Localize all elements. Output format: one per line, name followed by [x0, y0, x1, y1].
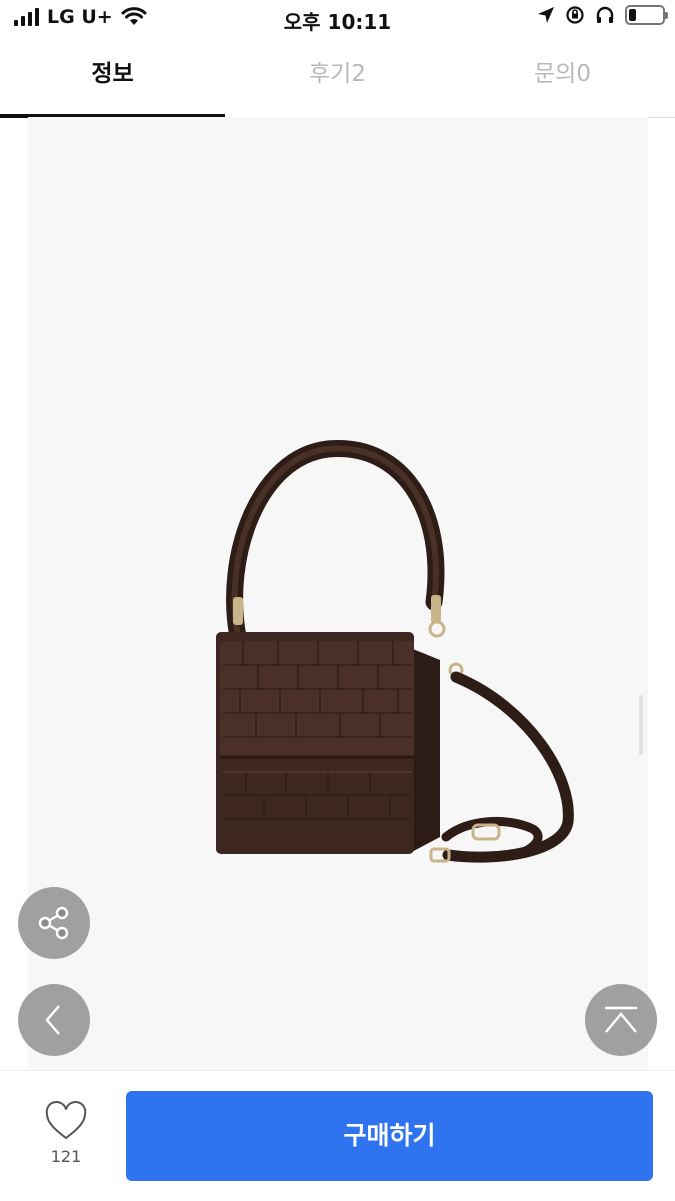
share-button[interactable] — [18, 887, 90, 959]
status-right — [537, 5, 668, 25]
buy-button[interactable]: 구매하기 — [126, 1091, 653, 1181]
back-button[interactable] — [18, 984, 90, 1056]
headphones-icon — [596, 6, 614, 23]
battery-icon — [625, 5, 668, 25]
chevron-left-icon — [45, 1005, 60, 1035]
product-image-area — [28, 117, 648, 1070]
tab-bar: 정보 후기2 문의0 — [0, 40, 675, 118]
like-button[interactable]: 121 — [30, 1100, 102, 1166]
bottom-action-bar: 121 구매하기 — [0, 1070, 675, 1201]
heart-outline-icon — [45, 1100, 87, 1140]
scroll-to-top-icon — [605, 1006, 637, 1033]
status-bar: LG U+ 오후 10:11 — [0, 0, 675, 36]
product-image — [216, 440, 574, 863]
tab-info[interactable]: 정보 — [0, 40, 225, 118]
share-icon — [38, 906, 69, 940]
like-count: 121 — [50, 1147, 82, 1166]
orientation-lock-icon — [566, 6, 584, 24]
scroll-top-button[interactable] — [585, 984, 657, 1056]
location-arrow-icon — [538, 7, 554, 23]
tab-inquiries[interactable]: 문의0 — [450, 40, 675, 117]
scroll-indicator[interactable] — [639, 695, 643, 755]
tab-reviews[interactable]: 후기2 — [225, 40, 450, 117]
